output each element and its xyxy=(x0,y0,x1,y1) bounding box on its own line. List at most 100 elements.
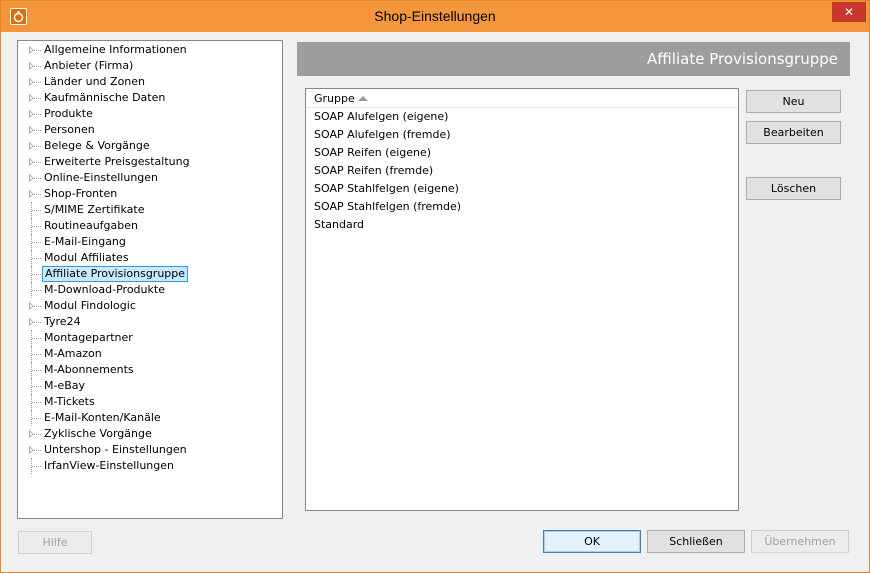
tree-connector xyxy=(32,306,41,307)
tree-item-label: M-Download-Produkte xyxy=(44,283,165,296)
tree-item-label: Modul Findologic xyxy=(44,299,136,312)
tree-connector xyxy=(32,114,41,115)
tree-connector xyxy=(32,210,41,211)
tree-item-label: Belege & Vorgänge xyxy=(44,139,150,152)
tree-item[interactable]: Kaufmännische Daten xyxy=(18,90,282,106)
tree-connector xyxy=(32,226,41,227)
help-button[interactable]: Hilfe xyxy=(18,531,92,554)
tree-item[interactable]: M-Download-Produkte xyxy=(18,282,282,298)
tree-item[interactable]: Belege & Vorgänge xyxy=(18,138,282,154)
delete-button[interactable]: Löschen xyxy=(746,177,841,200)
list-item[interactable]: SOAP Reifen (fremde) xyxy=(314,162,433,180)
tree-item-label: M-Abonnements xyxy=(44,363,134,376)
sort-ascending-icon xyxy=(358,96,368,101)
tree-item-label: Montagepartner xyxy=(44,331,133,344)
tree-item[interactable]: IrfanView-Einstellungen xyxy=(18,458,282,474)
tree-item-label: Personen xyxy=(44,123,95,136)
tree-item[interactable]: E-Mail-Eingang xyxy=(18,234,282,250)
tree-item-label: Anbieter (Firma) xyxy=(44,59,134,72)
tree-item[interactable]: Online-Einstellungen xyxy=(18,170,282,186)
tree-item[interactable]: Länder und Zonen xyxy=(18,74,282,90)
tree-item-label: Shop-Fronten xyxy=(44,187,118,200)
tree-connector xyxy=(32,130,41,131)
new-button[interactable]: Neu xyxy=(746,90,841,113)
tree-connector xyxy=(32,354,41,355)
list-item[interactable]: SOAP Alufelgen (fremde) xyxy=(314,126,451,144)
dialog-client-area: Allgemeine Informationen Anbieter (Firma)… xyxy=(9,32,862,566)
panel-title: Affiliate Provisionsgruppe xyxy=(647,50,838,68)
settings-tree[interactable]: Allgemeine Informationen Anbieter (Firma)… xyxy=(17,40,283,519)
tree-item-label: Online-Einstellungen xyxy=(44,171,159,184)
tree-connector xyxy=(32,274,41,275)
tree-item-label: IrfanView-Einstellungen xyxy=(44,459,174,472)
tree-item[interactable]: E-Mail-Konten/Kanäle xyxy=(18,410,282,426)
tree-item[interactable]: Untershop - Einstellungen xyxy=(18,442,282,458)
tree-connector xyxy=(32,162,41,163)
tree-item[interactable]: Modul Affiliates xyxy=(18,250,282,266)
column-header-gruppe[interactable]: Gruppe xyxy=(306,89,738,108)
tree-item-label: M-Tickets xyxy=(44,395,95,408)
tree-item[interactable]: M-Tickets xyxy=(18,394,282,410)
tree-item[interactable]: Shop-Fronten xyxy=(18,186,282,202)
tree-connector xyxy=(32,146,41,147)
tree-item-label: Erweiterte Preisgestaltung xyxy=(44,155,190,168)
tree-item[interactable]: M-Amazon xyxy=(18,346,282,362)
tree-connector xyxy=(32,338,41,339)
tree-connector xyxy=(32,194,41,195)
tree-connector xyxy=(32,82,41,83)
tree-connector xyxy=(32,98,41,99)
tree-connector xyxy=(32,386,41,387)
title-bar[interactable]: Shop-Einstellungen ✕ xyxy=(1,1,869,32)
tree-item[interactable]: Allgemeine Informationen xyxy=(18,42,282,58)
tree-item[interactable]: Montagepartner xyxy=(18,330,282,346)
tree-connector xyxy=(32,178,41,179)
tree-item[interactable]: Produkte xyxy=(18,106,282,122)
tree-item-label: Affiliate Provisionsgruppe xyxy=(42,266,189,282)
tree-item[interactable]: S/MIME Zertifikate xyxy=(18,202,282,218)
list-item[interactable]: SOAP Stahlfelgen (fremde) xyxy=(314,198,461,216)
tree-item[interactable]: M-Abonnements xyxy=(18,362,282,378)
list-item[interactable]: SOAP Alufelgen (eigene) xyxy=(314,108,448,126)
tree-item-label: E-Mail-Konten/Kanäle xyxy=(44,411,161,424)
dialog-window: Shop-Einstellungen ✕ Allgemeine Informat… xyxy=(0,0,870,573)
tree-item-label: Untershop - Einstellungen xyxy=(44,443,187,456)
tree-connector xyxy=(32,242,41,243)
tree-item-label: Zyklische Vorgänge xyxy=(44,427,152,440)
tree-item[interactable]: Anbieter (Firma) xyxy=(18,58,282,74)
tree-connector xyxy=(32,370,41,371)
tree-item-label: Kaufmännische Daten xyxy=(44,91,166,104)
tree-item-label: Länder und Zonen xyxy=(44,75,146,88)
tree-item-label: S/MIME Zertifikate xyxy=(44,203,145,216)
close-button[interactable]: Schließen xyxy=(647,530,745,553)
tree-item-label: Allgemeine Informationen xyxy=(44,43,187,56)
tree-item[interactable]: Routineaufgaben xyxy=(18,218,282,234)
close-window-button[interactable]: ✕ xyxy=(832,2,866,22)
tree-item[interactable]: Modul Findologic xyxy=(18,298,282,314)
list-item[interactable]: Standard xyxy=(314,216,364,234)
tree-connector xyxy=(32,290,41,291)
edit-button[interactable]: Bearbeiten xyxy=(746,121,841,144)
tree-item[interactable]: M-eBay xyxy=(18,378,282,394)
tree-item-label: Modul Affiliates xyxy=(44,251,129,264)
tree-item[interactable]: Tyre24 xyxy=(18,314,282,330)
tree-item[interactable]: Affiliate Provisionsgruppe xyxy=(18,266,282,282)
group-list[interactable]: Gruppe SOAP Alufelgen (eigene) SOAP Alufe… xyxy=(305,88,739,511)
panel-header: Affiliate Provisionsgruppe xyxy=(297,42,850,76)
tree-connector xyxy=(32,402,41,403)
window-title: Shop-Einstellungen xyxy=(374,8,496,24)
list-item[interactable]: SOAP Reifen (eigene) xyxy=(314,144,431,162)
list-header[interactable]: Gruppe xyxy=(306,89,738,108)
tree-item[interactable]: Personen xyxy=(18,122,282,138)
tree-item[interactable]: Erweiterte Preisgestaltung xyxy=(18,154,282,170)
list-item[interactable]: SOAP Stahlfelgen (eigene) xyxy=(314,180,459,198)
tree-item-label: Routineaufgaben xyxy=(44,219,138,232)
tree-connector xyxy=(32,258,41,259)
tree-connector xyxy=(32,50,41,51)
tree-item[interactable]: Zyklische Vorgänge xyxy=(18,426,282,442)
ok-button[interactable]: OK xyxy=(543,530,641,553)
tree-connector xyxy=(32,450,41,451)
apply-button[interactable]: Übernehmen xyxy=(751,530,849,553)
tree-connector xyxy=(32,418,41,419)
tree-connector xyxy=(32,466,41,467)
tree-item-label: E-Mail-Eingang xyxy=(44,235,126,248)
